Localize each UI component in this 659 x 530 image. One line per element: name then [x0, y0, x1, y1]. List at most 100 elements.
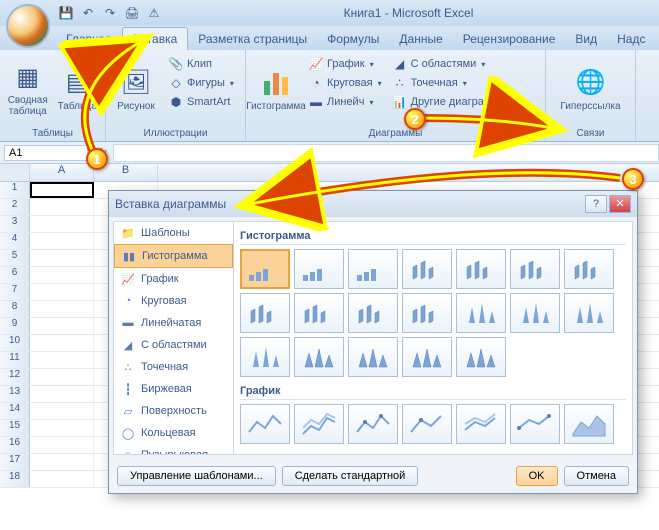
row-header[interactable]: 7 [0, 284, 30, 300]
cell[interactable] [30, 386, 94, 402]
pie-chart-button[interactable]: ◔Круговая▾ [305, 74, 385, 92]
smartart-button[interactable]: ⬢SmartArt [165, 93, 237, 111]
chart-thumb[interactable] [456, 293, 506, 333]
chart-thumb[interactable] [564, 404, 614, 444]
cell[interactable] [30, 182, 94, 198]
side-area[interactable]: ◢С областями [114, 334, 233, 356]
side-surface[interactable]: ▱Поверхность [114, 400, 233, 422]
pivot-table-button[interactable]: ▦ Сводная таблица [5, 53, 51, 125]
name-box[interactable]: A1 [4, 145, 88, 161]
cell[interactable] [30, 267, 94, 283]
tab-review[interactable]: Рецензирование [453, 28, 566, 50]
undo-icon[interactable]: ↶ [80, 5, 96, 21]
table-button[interactable]: ▤ Таблица [55, 53, 101, 125]
chart-thumb[interactable] [510, 249, 560, 289]
manage-templates-button[interactable]: Управление шаблонами... [117, 466, 276, 486]
chart-thumb[interactable] [294, 249, 344, 289]
chart-thumb[interactable] [402, 249, 452, 289]
chart-thumb[interactable] [240, 293, 290, 333]
cell[interactable] [30, 199, 94, 215]
chart-thumb[interactable] [348, 404, 398, 444]
chart-thumb[interactable] [294, 293, 344, 333]
chart-thumb[interactable] [348, 337, 398, 377]
side-line[interactable]: 📈График [114, 268, 233, 290]
side-doughnut[interactable]: ◯Кольцевая [114, 422, 233, 444]
chart-thumb[interactable] [348, 293, 398, 333]
chart-thumb[interactable] [564, 293, 614, 333]
hyperlink-button[interactable]: 🌐 Гиперссылка [551, 53, 630, 125]
chart-thumb[interactable] [240, 337, 290, 377]
tab-addins[interactable]: Надс [607, 28, 655, 50]
cell[interactable] [30, 352, 94, 368]
dialog-titlebar[interactable]: Вставка диаграммы ? ✕ [109, 191, 637, 217]
help-button[interactable]: ? [585, 195, 607, 213]
side-pie[interactable]: ◔Круговая [114, 290, 233, 312]
chart-thumb[interactable] [240, 404, 290, 444]
cell[interactable] [30, 335, 94, 351]
tab-layout[interactable]: Разметка страницы [188, 28, 317, 50]
row-header[interactable]: 13 [0, 386, 30, 402]
cell[interactable] [30, 403, 94, 419]
cell[interactable] [30, 437, 94, 453]
tab-formulas[interactable]: Формулы [317, 28, 389, 50]
print-icon[interactable]: 🖨 [124, 5, 140, 21]
cell[interactable] [30, 369, 94, 385]
row-header[interactable]: 5 [0, 250, 30, 266]
chart-thumb[interactable] [510, 293, 560, 333]
shapes-button[interactable]: ◇Фигуры▾ [165, 74, 237, 92]
ok-button[interactable]: OK [516, 466, 558, 486]
row-header[interactable]: 18 [0, 471, 30, 487]
side-bar[interactable]: ▬Линейчатая [114, 312, 233, 334]
chart-thumb[interactable] [456, 249, 506, 289]
row-header[interactable]: 1 [0, 182, 30, 198]
make-default-button[interactable]: Сделать стандартной [282, 466, 419, 486]
row-header[interactable]: 9 [0, 318, 30, 334]
row-header[interactable]: 11 [0, 352, 30, 368]
area-chart-button[interactable]: ◢С областями▾ [389, 55, 519, 73]
side-scatter[interactable]: ∴Точечная [114, 356, 233, 378]
chart-thumb[interactable] [564, 249, 614, 289]
chart-thumb[interactable] [402, 404, 452, 444]
row-header[interactable]: 17 [0, 454, 30, 470]
cell[interactable] [30, 318, 94, 334]
chart-thumb[interactable] [348, 249, 398, 289]
row-header[interactable]: 4 [0, 233, 30, 249]
close-button[interactable]: ✕ [609, 195, 631, 213]
row-header[interactable]: 2 [0, 199, 30, 215]
row-header[interactable]: 6 [0, 267, 30, 283]
tab-insert[interactable]: Вставка [122, 27, 189, 50]
chart-thumb[interactable] [294, 404, 344, 444]
redo-icon[interactable]: ↷ [102, 5, 118, 21]
picture-button[interactable]: 🖼 Рисунок [111, 53, 161, 125]
chart-thumb[interactable] [456, 404, 506, 444]
row-header[interactable]: 8 [0, 301, 30, 317]
cell[interactable] [30, 420, 94, 436]
chart-thumb[interactable] [456, 337, 506, 377]
side-stock[interactable]: ┇Биржевая [114, 378, 233, 400]
cell[interactable] [30, 454, 94, 470]
col-header-a[interactable]: A [30, 164, 94, 181]
row-header[interactable]: 15 [0, 420, 30, 436]
tab-home[interactable]: Главная [56, 28, 122, 50]
office-button[interactable] [6, 4, 50, 48]
formula-input[interactable] [113, 144, 659, 162]
cell[interactable] [30, 471, 94, 487]
row-header[interactable]: 14 [0, 403, 30, 419]
chart-thumb[interactable] [240, 249, 290, 289]
scatter-chart-button[interactable]: ∴Точечная▾ [389, 74, 519, 92]
row-header[interactable]: 3 [0, 216, 30, 232]
histogram-button[interactable]: Гистограмма [251, 53, 301, 125]
cell[interactable] [30, 233, 94, 249]
chart-thumb[interactable] [402, 337, 452, 377]
chart-thumb[interactable] [510, 404, 560, 444]
tab-view[interactable]: Вид [565, 28, 607, 50]
cell[interactable] [30, 301, 94, 317]
save-icon[interactable]: 💾 [58, 5, 74, 21]
other-charts-button[interactable]: 📊Другие диаграммы▾ [389, 93, 519, 111]
cancel-button[interactable]: Отмена [564, 466, 629, 486]
bar-chart-button[interactable]: ▬Линейч▾ [305, 93, 385, 111]
side-templates[interactable]: 📁Шаблоны [114, 222, 233, 244]
cell[interactable] [30, 284, 94, 300]
row-header[interactable]: 12 [0, 369, 30, 385]
chart-thumb[interactable] [402, 293, 452, 333]
